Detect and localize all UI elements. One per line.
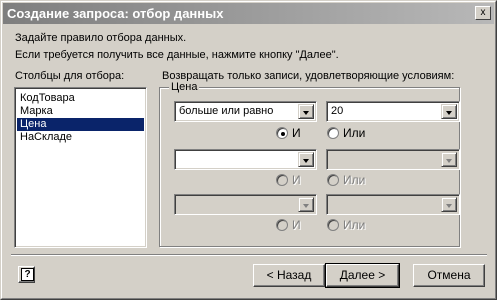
radio-and-2-label: И (292, 173, 301, 187)
close-button[interactable]: x (475, 6, 491, 20)
radio-or-1-label: Или (343, 126, 366, 140)
radio-or-3-label: Или (343, 218, 366, 232)
radio-dot-icon (281, 132, 285, 136)
value-combo-2 (326, 149, 460, 170)
radio-circle-icon (276, 174, 288, 186)
radio-and-1-label: И (292, 126, 301, 140)
columns-listbox[interactable]: КодТовара Марка Цена НаСкладе (14, 87, 147, 248)
query-wizard-dialog: Создание запроса: отбор данных x Задайте… (0, 0, 497, 300)
back-button[interactable]: < Назад (253, 264, 325, 287)
footer-separator (11, 254, 487, 256)
columns-label: Столбцы для отбора: (15, 70, 125, 82)
radio-circle-icon (276, 127, 288, 139)
radio-circle-icon (327, 127, 339, 139)
value-combo-1[interactable]: 20 (326, 101, 460, 122)
help-button[interactable]: ? (18, 266, 35, 283)
close-icon: x (480, 7, 486, 18)
operator-select-3 (174, 194, 317, 215)
column-item-marka[interactable]: Марка (18, 105, 55, 118)
title-bar: Создание запроса: отбор данных x (3, 3, 494, 24)
radio-and-3-label: И (292, 218, 301, 232)
chevron-down-icon (441, 197, 457, 212)
help-icon: ? (21, 268, 34, 281)
instruction-line-1: Задайте правило отбора данных. (15, 32, 187, 44)
chevron-down-icon[interactable] (441, 104, 457, 119)
operator-select-1[interactable]: больше или равно (174, 101, 317, 122)
next-button[interactable]: Далее > (325, 263, 400, 288)
window-title: Создание запроса: отбор данных (7, 6, 224, 21)
filter-group-label: Цена (169, 81, 200, 93)
cancel-button[interactable]: Отмена (413, 264, 485, 287)
radio-or-2-label: Или (343, 173, 366, 187)
radio-circle-icon (327, 174, 339, 186)
value-combo-3 (326, 194, 460, 215)
radio-circle-icon (276, 219, 288, 231)
instruction-line-2: Если требуется получить все данные, нажм… (15, 49, 339, 61)
column-item-kodtovara[interactable]: КодТовара (18, 92, 77, 105)
chevron-down-icon (298, 197, 314, 212)
radio-circle-icon (327, 219, 339, 231)
column-item-tsena[interactable]: Цена (17, 118, 144, 131)
chevron-down-icon[interactable] (298, 152, 314, 167)
column-item-nasklade[interactable]: НаСкладе (18, 131, 74, 144)
chevron-down-icon (441, 152, 457, 167)
value-combo-1-value: 20 (331, 105, 344, 117)
operator-select-2[interactable] (174, 149, 317, 170)
chevron-down-icon[interactable] (298, 104, 314, 119)
operator-select-1-value: больше или равно (179, 105, 274, 117)
filter-label: Возвращать только записи, удовлетворяющи… (162, 70, 455, 82)
